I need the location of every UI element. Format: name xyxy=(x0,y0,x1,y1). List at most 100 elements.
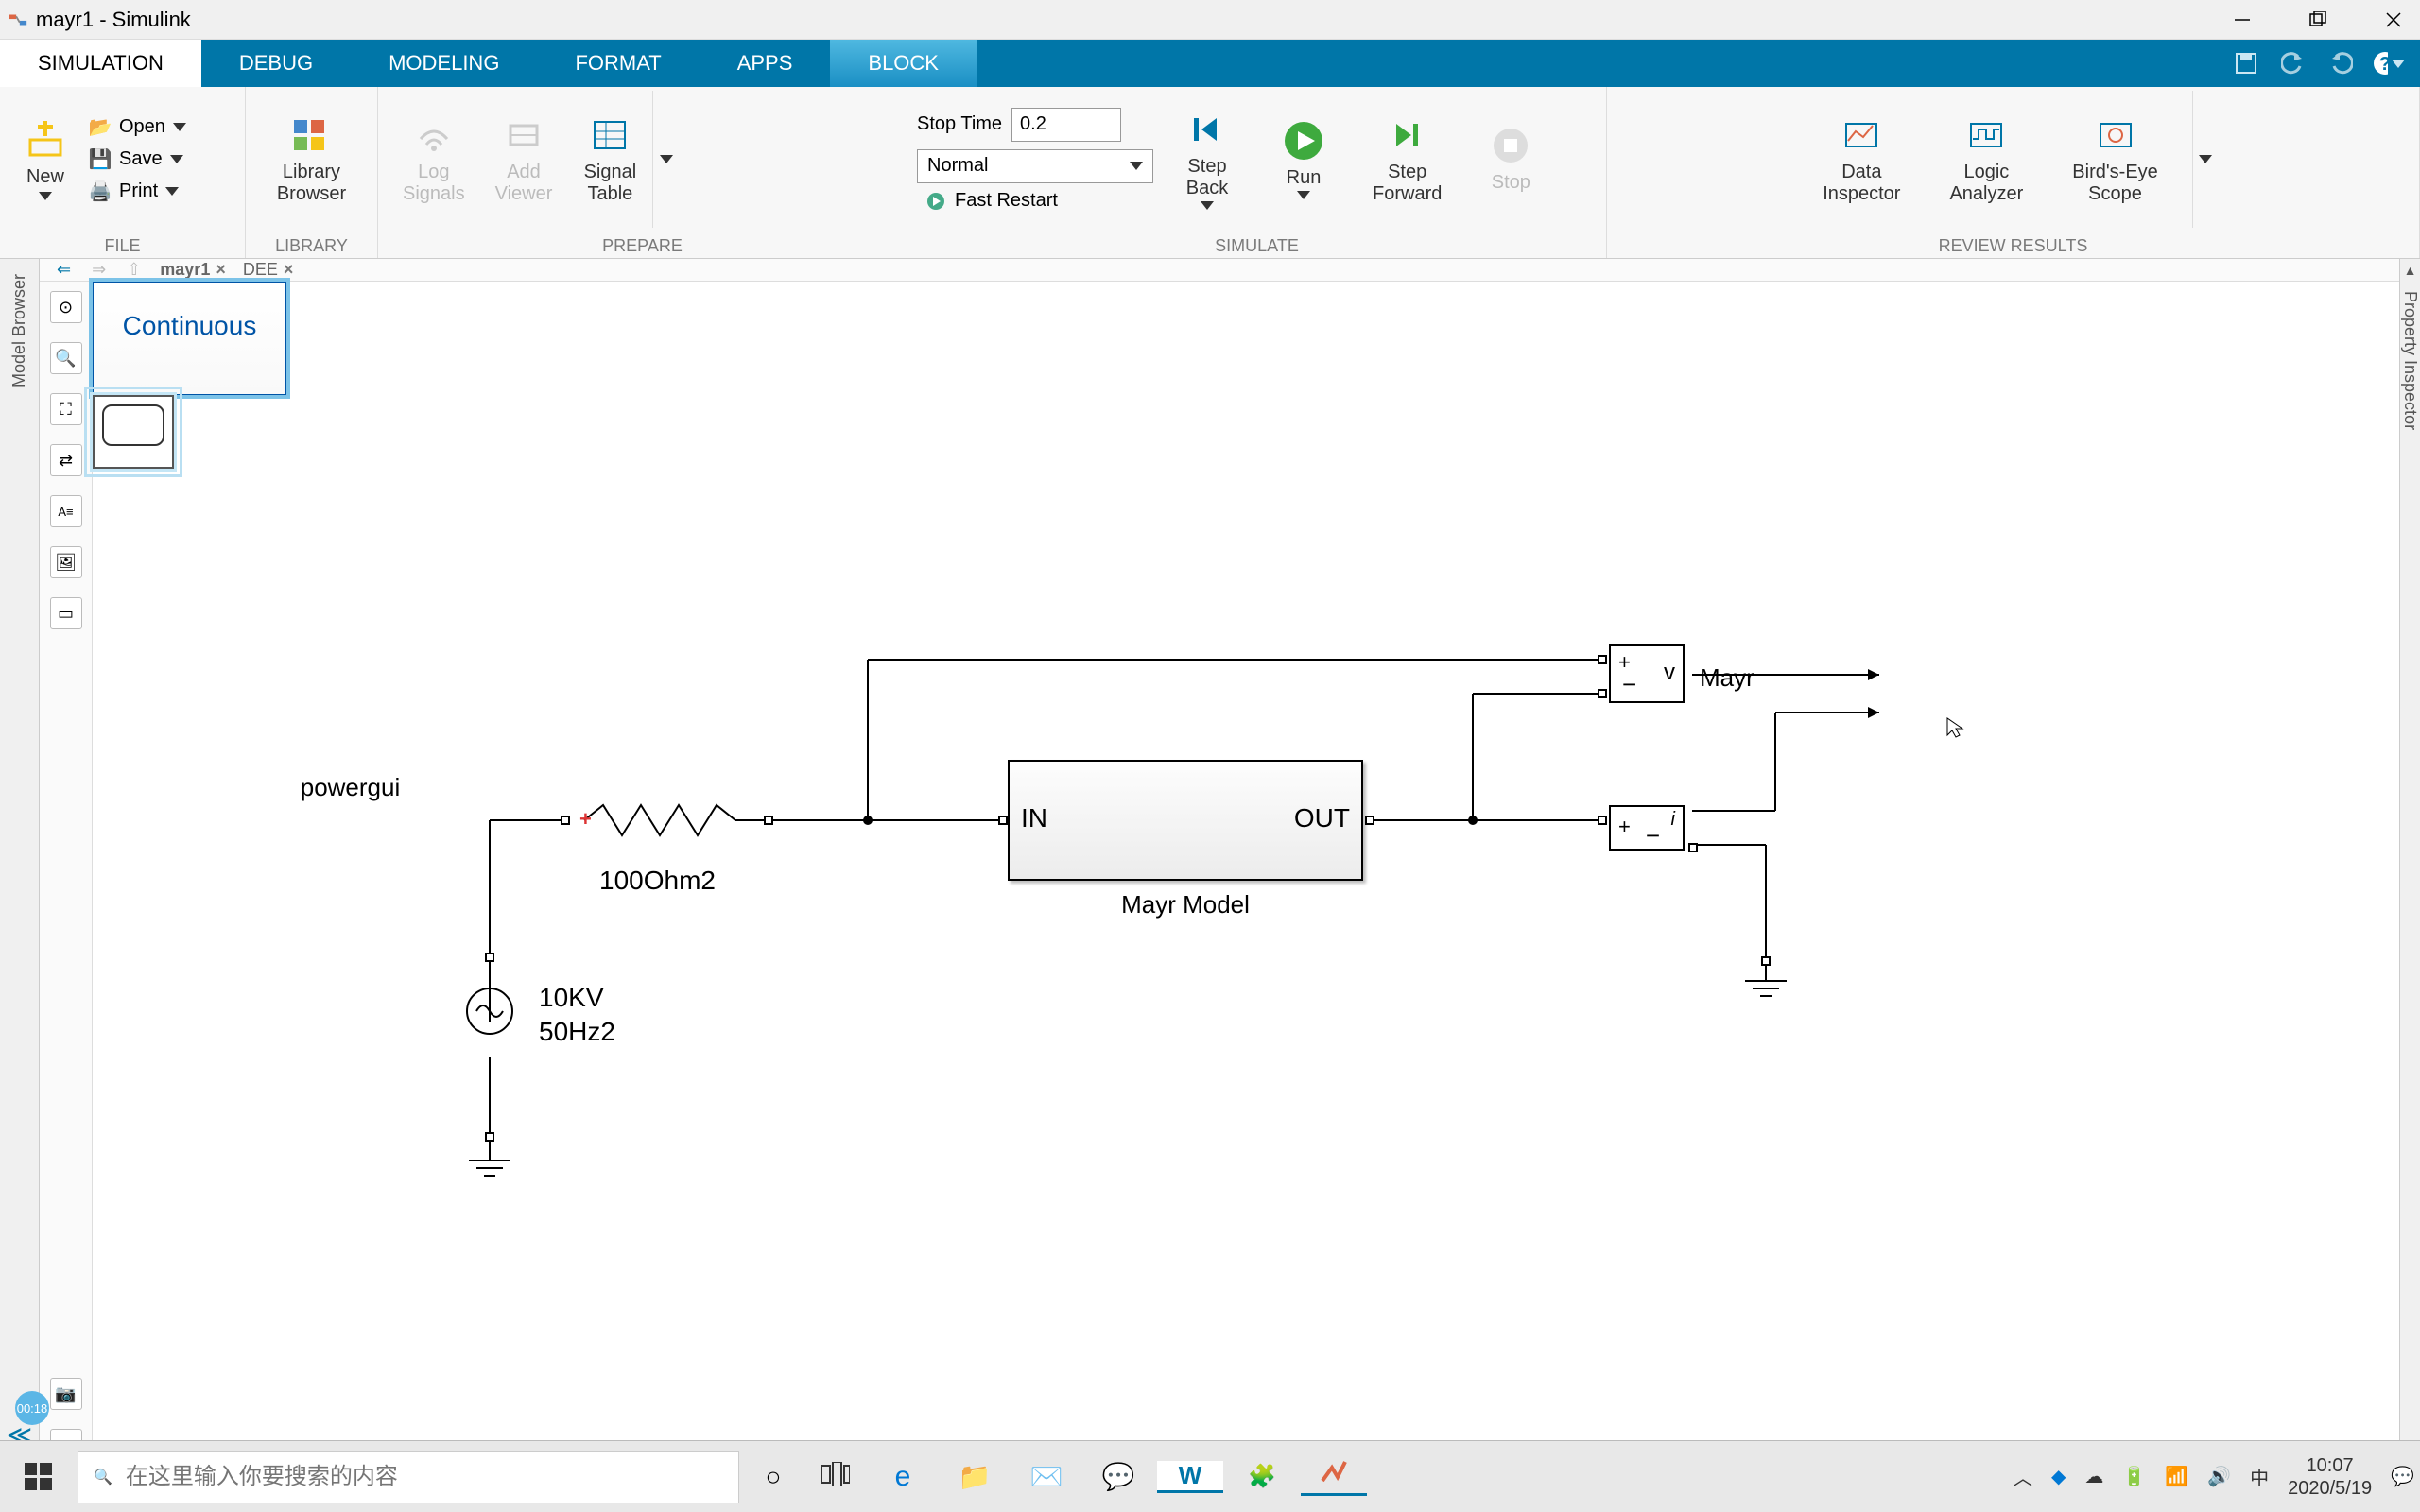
task-view-button[interactable] xyxy=(807,1462,864,1491)
document-tabs: ⇐ ⇒ ⇧ mayr1× DEE× xyxy=(40,259,2399,282)
save-quick-button[interactable] xyxy=(2229,46,2263,80)
sim-mode-dropdown[interactable]: Normal xyxy=(917,149,1153,183)
fast-restart-icon xyxy=(925,190,947,213)
current-measurement-block[interactable]: +−i xyxy=(1609,805,1685,850)
new-label: New xyxy=(26,166,64,188)
tray-onedrive-icon[interactable]: ◆ xyxy=(2051,1465,2066,1488)
undo-button[interactable] xyxy=(2276,46,2310,80)
stop-time-input[interactable] xyxy=(1011,108,1121,142)
image-button[interactable]: 🖼 xyxy=(50,546,82,578)
wifi-icon xyxy=(413,114,455,156)
tab-block[interactable]: BLOCK xyxy=(830,40,977,87)
tab-modeling[interactable]: MODELING xyxy=(351,40,537,87)
logic-analyzer-button[interactable]: Logic Analyzer xyxy=(1934,111,2038,209)
tab-format[interactable]: FORMAT xyxy=(537,40,699,87)
scroll-up-icon[interactable]: ▲ xyxy=(2400,259,2420,282)
explorer-icon[interactable]: 📁 xyxy=(942,1461,1008,1492)
vmeas-plus-port[interactable] xyxy=(1598,655,1607,664)
tray-notifications-icon[interactable]: 💬 xyxy=(2391,1465,2414,1488)
plus-icon: + xyxy=(579,807,592,832)
vmeas-label: Mayr xyxy=(1700,663,1754,693)
mail-icon[interactable]: ✉️ xyxy=(1013,1461,1080,1492)
section-library-label: LIBRARY xyxy=(246,232,377,258)
doctab-mayr1[interactable]: mayr1× xyxy=(156,260,230,280)
search-input[interactable] xyxy=(126,1464,723,1490)
tray-ime[interactable]: 中 xyxy=(2250,1463,2269,1490)
help-button[interactable]: ? xyxy=(2371,46,2405,80)
stop-icon xyxy=(1490,125,1531,166)
area-button[interactable]: ▭ xyxy=(50,597,82,629)
wechat-icon[interactable]: 💬 xyxy=(1085,1461,1151,1492)
source-port-bot[interactable] xyxy=(485,1132,494,1142)
section-file-label: FILE xyxy=(0,232,245,258)
prepare-gallery-dropdown[interactable] xyxy=(652,91,679,228)
tray-clock[interactable]: 10:07 2020/5/19 xyxy=(2288,1454,2372,1500)
powergui-block[interactable]: Continuous ⤳ xyxy=(93,282,286,395)
library-browser-button[interactable]: Library Browser xyxy=(262,111,361,209)
signal-table-button[interactable]: Signal Table xyxy=(567,111,652,209)
matlab-icon[interactable] xyxy=(1301,1458,1367,1496)
imeas-minus-port[interactable] xyxy=(1688,843,1698,852)
mayr-in-port[interactable] xyxy=(998,816,1008,825)
tray-volume-icon[interactable]: 🔊 xyxy=(2207,1465,2231,1488)
redo-button[interactable] xyxy=(2324,46,2358,80)
tray-battery-icon[interactable]: 🔋 xyxy=(2122,1465,2146,1488)
window-title: mayr1 - Simulink xyxy=(36,8,191,32)
sample-time-button[interactable]: ⇄ xyxy=(50,444,82,476)
cortana-button[interactable]: ○ xyxy=(745,1462,802,1492)
maximize-button[interactable] xyxy=(2299,6,2337,34)
resistor-port-2[interactable] xyxy=(764,816,773,825)
log-signals-button: Log Signals xyxy=(388,111,480,209)
close-button[interactable] xyxy=(2375,6,2412,34)
model-browser-stub[interactable]: Model Browser ≪ xyxy=(0,259,40,1461)
annotation-button[interactable]: A≡ xyxy=(50,495,82,527)
taskbar-search[interactable]: 🔍 xyxy=(78,1451,739,1503)
print-button[interactable]: 🖨️Print xyxy=(81,178,194,206)
voltage-measurement-block[interactable]: +−v xyxy=(1609,644,1685,703)
review-gallery-dropdown[interactable] xyxy=(2192,91,2219,228)
section-review-label: REVIEW RESULTS xyxy=(1607,232,2419,258)
birdseye-button[interactable]: Bird's-Eye Scope xyxy=(2057,111,2173,209)
edge-icon[interactable]: e xyxy=(870,1461,936,1493)
close-icon[interactable]: × xyxy=(216,260,226,280)
mayr-model-block[interactable]: IN OUT xyxy=(1008,760,1363,881)
open-button[interactable]: 📂Open xyxy=(81,113,194,142)
tab-debug[interactable]: DEBUG xyxy=(201,40,351,87)
diagram-canvas[interactable]: Continuous ⤳ powergui 100Ohm2 + 10KV 50H… xyxy=(93,282,2378,1461)
tray-wifi-icon[interactable]: 📶 xyxy=(2165,1465,2188,1488)
folder-open-icon: 📂 xyxy=(89,116,112,139)
data-inspector-button[interactable]: Data Inspector xyxy=(1807,111,1915,209)
doctab-dee[interactable]: DEE× xyxy=(239,260,298,280)
property-inspector-stub[interactable]: ▲ Property Inspector xyxy=(2399,259,2420,1461)
vmeas-minus-port[interactable] xyxy=(1598,689,1607,698)
app-icon[interactable]: 🧩 xyxy=(1229,1463,1295,1490)
fast-restart-button[interactable]: Fast Restart xyxy=(917,187,1153,215)
run-button[interactable]: Run xyxy=(1261,116,1346,203)
mayr-model-label: Mayr Model xyxy=(1008,890,1363,919)
minimize-button[interactable] xyxy=(2223,6,2261,34)
ground-port[interactable] xyxy=(1761,956,1771,966)
logic-icon xyxy=(1965,114,2007,156)
step-forward-button[interactable]: Step Forward xyxy=(1357,111,1457,209)
screenshot-button[interactable]: 📷 xyxy=(50,1378,82,1410)
nav-back[interactable]: ⇐ xyxy=(51,260,77,280)
mayr-out-port[interactable] xyxy=(1365,816,1374,825)
close-icon[interactable]: × xyxy=(284,260,294,280)
scope-block[interactable] xyxy=(93,395,174,469)
fit-view-button[interactable]: ⊙ xyxy=(50,291,82,323)
wps-icon[interactable]: W xyxy=(1157,1461,1223,1493)
resistor-port-1[interactable] xyxy=(561,816,570,825)
tray-chevron-icon[interactable]: ︿ xyxy=(2014,1463,2032,1490)
zoom-button[interactable]: 🔍 xyxy=(50,342,82,374)
tray-cloud-icon[interactable]: ☁ xyxy=(2084,1465,2103,1488)
start-button[interactable] xyxy=(6,1449,72,1505)
new-button[interactable]: New xyxy=(9,115,81,204)
imeas-plus-port[interactable] xyxy=(1598,816,1607,825)
tab-simulation[interactable]: SIMULATION xyxy=(0,40,201,87)
fit-to-screen-button[interactable]: ⛶ xyxy=(50,393,82,425)
save-button[interactable]: 💾Save xyxy=(81,146,194,174)
recording-badge[interactable]: 00:18 xyxy=(15,1391,49,1425)
source-port-top[interactable] xyxy=(485,953,494,962)
step-back-button[interactable]: Step Back xyxy=(1165,105,1250,214)
tab-apps[interactable]: APPS xyxy=(700,40,831,87)
